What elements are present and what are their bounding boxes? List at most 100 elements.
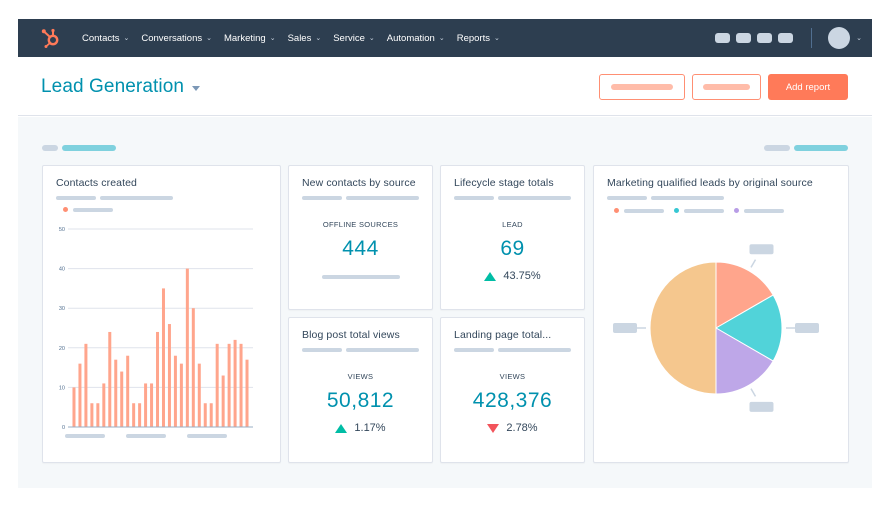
pie-label-placeholder (749, 244, 774, 255)
add-report-button[interactable]: Add report (768, 74, 848, 100)
subtitle-placeholder (302, 348, 419, 352)
bar (179, 363, 183, 427)
change-percent: 43.75% (503, 270, 541, 282)
subtitle-placeholder (454, 348, 571, 352)
bar (156, 331, 160, 427)
chart-legend (63, 207, 123, 212)
filter-placeholder[interactable] (764, 145, 790, 151)
nav-item-marketing[interactable]: Marketing ⌄ (224, 33, 276, 44)
chevron-down-icon: ⌄ (493, 35, 500, 42)
nav-item-service[interactable]: Service ⌄ (333, 33, 375, 44)
filter-placeholder[interactable] (62, 145, 116, 151)
bar (239, 343, 243, 427)
bar (197, 363, 201, 427)
nav-item-label: Sales (287, 32, 312, 44)
y-tick-label: 40 (59, 267, 65, 273)
avatar[interactable] (828, 27, 851, 49)
pie-leader-line (750, 388, 757, 397)
card-new-contacts-by-source[interactable]: New contacts by source OFFLINE SOURCES 4… (288, 165, 433, 310)
dashboard-area: Contacts created 0 10 20 30 40 50 New contact… (18, 117, 872, 488)
bar (167, 324, 171, 427)
nav-item-conversations[interactable]: Conversations ⌄ (141, 33, 212, 44)
y-tick-label: 10 (59, 385, 65, 391)
chevron-down-icon: ⌄ (206, 35, 212, 42)
nav-item-reports[interactable]: Reports ⌄ (457, 33, 500, 44)
secondary-button[interactable] (692, 74, 761, 100)
contacts-bar-chart: 0 10 20 30 40 50 (59, 227, 253, 438)
bar (114, 359, 118, 427)
mql-pie-chart (613, 244, 819, 412)
bar (209, 403, 213, 427)
card-title: Landing page total... (454, 329, 552, 341)
nav-item-automation[interactable]: Automation ⌄ (387, 33, 445, 44)
nav-item-contacts[interactable]: Contacts ⌄ (82, 33, 129, 44)
bar (102, 383, 106, 427)
x-tick-label-placeholder (187, 434, 227, 438)
utility-placeholder-icon[interactable] (715, 33, 731, 43)
text-placeholder (498, 196, 571, 200)
page-title: Lead Generation (41, 76, 185, 97)
filter-bar-left[interactable] (42, 145, 116, 151)
chevron-down-icon: ⌄ (368, 35, 375, 42)
card-title: Blog post total views (302, 329, 400, 341)
filter-placeholder[interactable] (42, 145, 58, 151)
filter-bar-right[interactable] (764, 145, 848, 151)
top-navigation: Contacts ⌄ Conversations ⌄ Marketing ⌄ Sale… (18, 19, 872, 57)
nav-item-label: Conversations (141, 32, 203, 44)
bar (132, 403, 136, 427)
hubspot-logo-icon[interactable] (40, 27, 62, 49)
kpi-change: 43.75% (441, 270, 584, 282)
text-placeholder (100, 196, 173, 200)
bar (191, 308, 195, 427)
card-lifecycle-stage-totals[interactable]: Lifecycle stage totals LEAD 69 43.75% (440, 165, 585, 310)
card-blog-post-total-views[interactable]: Blog post total views VIEWS 50,812 1.17% (288, 317, 433, 463)
legend-label-placeholder (624, 208, 664, 213)
secondary-button[interactable] (599, 74, 685, 100)
bar (90, 403, 94, 427)
card-mql-by-original-source[interactable]: Marketing qualified leads by original so… (593, 165, 849, 463)
bar (161, 288, 165, 427)
chevron-down-icon: ⌄ (269, 35, 276, 42)
pie-slice (649, 261, 717, 395)
card-landing-page-total-views[interactable]: Landing page total... VIEWS 428,376 2.78… (440, 317, 585, 463)
bar (203, 403, 207, 427)
legend-label-placeholder (744, 208, 784, 213)
legend-label-placeholder (73, 207, 113, 212)
bar (245, 359, 249, 427)
nav-item-label: Contacts (82, 32, 120, 44)
text-placeholder (346, 196, 419, 200)
y-tick-label: 50 (59, 227, 65, 233)
text-placeholder (498, 348, 571, 352)
subtitle-placeholder (454, 196, 571, 200)
button-label-placeholder (611, 84, 673, 90)
kpi-value: 69 (500, 237, 525, 260)
bar (233, 339, 237, 427)
dashboard-selector[interactable]: Lead Generation (41, 76, 201, 98)
subtitle-placeholder (56, 196, 173, 200)
kpi-label: VIEWS (347, 372, 374, 381)
utility-placeholder-icon[interactable] (778, 33, 794, 43)
utility-placeholder-icon[interactable] (736, 33, 752, 43)
kpi-label: VIEWS (499, 372, 526, 381)
nav-item-label: Marketing (223, 32, 266, 44)
chevron-down-icon[interactable]: ⌄ (856, 34, 862, 42)
text-placeholder (302, 348, 342, 352)
legend-dot-icon (734, 208, 739, 213)
bar (78, 363, 82, 427)
legend-dot-icon (674, 208, 679, 213)
subtitle-placeholder (607, 196, 724, 200)
nav-utilities: ⌄ (709, 19, 862, 57)
bar (126, 355, 130, 427)
nav-item-sales[interactable]: Sales ⌄ (288, 33, 322, 44)
card-contacts-created[interactable]: Contacts created 0 10 20 30 40 50 (42, 165, 281, 463)
filter-placeholder[interactable] (794, 145, 848, 151)
y-tick-label: 30 (59, 306, 65, 312)
kpi-change: 2.78% (441, 422, 584, 434)
change-percent: 1.17% (354, 422, 386, 434)
x-tick-label-placeholder (126, 434, 166, 438)
legend-dot-icon (63, 207, 68, 212)
text-placeholder (607, 196, 647, 200)
pie-leader-line (750, 259, 757, 268)
utility-placeholder-icon[interactable] (757, 33, 773, 43)
text-placeholder (322, 275, 400, 279)
